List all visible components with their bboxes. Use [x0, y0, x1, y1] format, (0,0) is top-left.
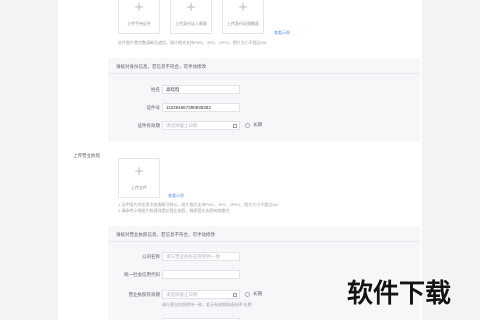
- upload-license[interactable]: + 上传文件: [118, 158, 160, 198]
- calendar-icon: [233, 123, 237, 128]
- upload-handheld-id[interactable]: + 上传手持证件: [118, 0, 160, 34]
- license-review-title: 请核对营业执照信息，若信息不符合，可手动修改: [116, 232, 215, 237]
- upload-id-back[interactable]: + 上传身份证国徽面: [222, 0, 264, 34]
- license-long-term-label: 长期: [253, 291, 262, 296]
- plus-icon: +: [185, 0, 197, 14]
- id-long-term-radio[interactable]: [245, 123, 250, 128]
- date-placeholder: 请选择截止日期: [166, 292, 198, 297]
- id-long-term-label: 长期: [253, 122, 262, 127]
- id-number-input[interactable]: 110294867390838383: [162, 103, 240, 112]
- company-name-label: 公司名称: [142, 254, 160, 259]
- divider: [108, 241, 420, 242]
- id-review-title: 请核对身份信息，若信息不符合，可手动修改: [116, 64, 206, 69]
- id-review-panel: 请核对身份信息，若信息不符合，可手动修改 姓名 高晗晗 证件号 11029486…: [108, 58, 420, 142]
- upload-id-front[interactable]: + 上传身份证人像面: [170, 0, 212, 34]
- upload-caption: 上传文件: [131, 185, 147, 190]
- watermark-text: 软件下载: [347, 279, 452, 309]
- name-input[interactable]: 高晗晗: [162, 85, 240, 94]
- company-name-input[interactable]: 请与营业执照名称保持一致: [162, 252, 240, 261]
- id-validity-label: 证件有效期: [137, 123, 161, 128]
- id-number-label: 证件号: [146, 105, 161, 110]
- id-validity-date-picker[interactable]: 请选择截止日期: [162, 121, 240, 130]
- plus-icon: +: [237, 0, 249, 14]
- calendar-icon: [233, 292, 237, 297]
- license-validity-hint: 请与营业执照保持一致，若无有效期限请选择"长期": [162, 302, 253, 307]
- license-hint-2: 2.请参考示例图片和规则提交营业执照，确保营业执照有效期内: [118, 208, 230, 213]
- upload-caption: 上传手持证件: [127, 21, 151, 26]
- license-long-term-radio[interactable]: [245, 292, 250, 297]
- license-hint-1: 1.证件图片内信息字迹清晰可辨认，图片格式支持PNG、JPG、JPEG，图片大小…: [118, 202, 278, 207]
- date-placeholder: 请选择截止日期: [166, 123, 198, 128]
- credit-code-input[interactable]: [162, 270, 240, 279]
- upload-caption: 上传身份证人像面: [175, 21, 207, 26]
- plus-icon: +: [133, 164, 145, 178]
- form-page: + 上传手持证件 + 上传身份证人像面 + 上传身份证国徽面 查看示例 证件图片…: [58, 0, 422, 320]
- name-label: 姓名: [151, 87, 160, 92]
- upload-caption: 上传身份证国徽面: [227, 21, 259, 26]
- plus-icon: +: [133, 0, 145, 14]
- credit-code-label: 统一社会信用代码: [124, 272, 160, 277]
- divider: [108, 73, 420, 74]
- license-example-link[interactable]: 查看示例: [168, 193, 184, 199]
- id-example-link[interactable]: 查看示例: [274, 30, 290, 36]
- id-upload-hint: 证件图片需完整清晰无遮挡，图片格式支持PNG、JPG、JPEG，图片大小不超过2…: [118, 40, 267, 45]
- license-validity-date-picker[interactable]: 请选择截止日期: [162, 290, 240, 299]
- license-validity-label: 营业执照有效期: [128, 292, 161, 297]
- license-section-label: 上传营业执照: [73, 153, 100, 158]
